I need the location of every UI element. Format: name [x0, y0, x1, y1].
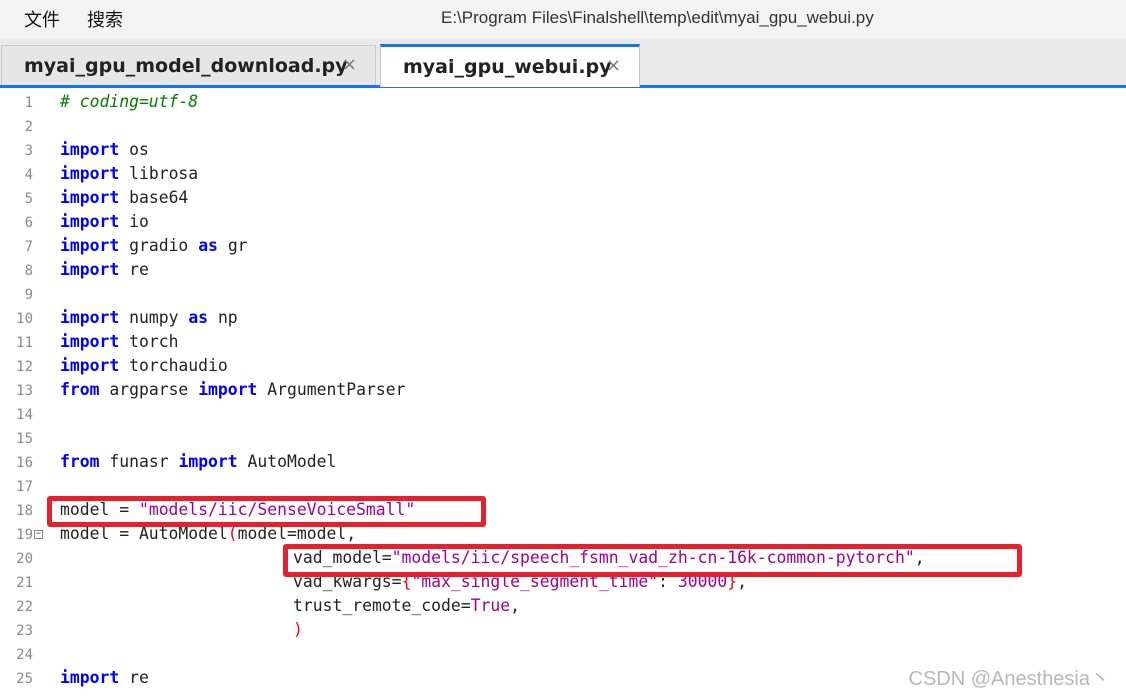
- keyword: import: [60, 164, 120, 183]
- menu-search[interactable]: 搜索: [87, 6, 123, 32]
- close-icon[interactable]: ×: [342, 54, 357, 75]
- line-number: 1: [24, 95, 33, 111]
- code-line: 4 import librosa: [0, 163, 1126, 187]
- line-number: 12: [16, 359, 33, 375]
- identifier: ArgumentParser: [267, 380, 406, 399]
- line-number: 7: [24, 239, 33, 255]
- keyword: import: [178, 452, 238, 471]
- line-number: 13: [16, 383, 33, 399]
- tab-bar: myai_gpu_model_download.py × myai_gpu_we…: [0, 38, 1126, 88]
- code-line: 16 from funasr import AutoModel: [0, 451, 1126, 475]
- code-line: 2: [0, 115, 1126, 139]
- line-number: 23: [16, 623, 33, 639]
- keyword: import: [60, 356, 120, 375]
- code-line: 3 import os: [0, 139, 1126, 163]
- menu-file[interactable]: 文件: [24, 6, 60, 32]
- keyword: import: [60, 332, 120, 351]
- file-path: E:\Program Files\Finalshell\temp\edit\my…: [441, 8, 874, 27]
- argument: trust_remote_code=: [293, 596, 471, 615]
- keyword: import: [60, 188, 120, 207]
- code-line: 22 trust_remote_code=True,: [0, 595, 1126, 619]
- identifier: gradio: [129, 236, 189, 255]
- line-number: 2: [24, 119, 33, 135]
- code-line: 8 import re: [0, 259, 1126, 283]
- constant: True: [470, 596, 511, 615]
- identifier: gr: [227, 236, 248, 255]
- line-number: 24: [16, 647, 33, 663]
- code-line: 23 ): [0, 619, 1126, 643]
- title-bar: 文件 搜索 E:\Program Files\Finalshell\temp\e…: [0, 0, 1126, 38]
- line-number: 4: [24, 167, 33, 183]
- line-number: 5: [24, 191, 33, 207]
- line-number: 10: [16, 311, 33, 327]
- code-line: 12 import torchaudio: [0, 355, 1126, 379]
- identifier: os: [129, 140, 149, 159]
- tab-label: myai_gpu_webui.py: [403, 56, 612, 78]
- line-number: 16: [16, 455, 33, 471]
- tab-webui[interactable]: myai_gpu_webui.py ×: [380, 44, 640, 87]
- fold-toggle-icon[interactable]: −: [34, 530, 43, 539]
- line-number: 8: [24, 263, 33, 279]
- tab-label: myai_gpu_model_download.py: [24, 54, 348, 77]
- line-number: 20: [16, 551, 33, 567]
- identifier: numpy: [129, 308, 179, 327]
- identifier: np: [217, 308, 238, 327]
- keyword: from: [60, 380, 100, 399]
- identifier: re: [129, 260, 149, 279]
- identifier: re: [129, 668, 149, 687]
- line-number: 14: [16, 407, 33, 423]
- line-number: 9: [24, 287, 33, 303]
- identifier: funasr: [109, 452, 169, 471]
- code-line: 1 # coding=utf-8: [0, 91, 1126, 115]
- identifier: argparse: [109, 380, 189, 399]
- line-number: 11: [16, 335, 33, 351]
- code-line: 6 import io: [0, 211, 1126, 235]
- line-number: 19: [16, 527, 33, 543]
- paren: ): [293, 620, 303, 639]
- identifier: base64: [129, 188, 189, 207]
- identifier: torch: [129, 332, 179, 351]
- highlight-box-vad-model: [283, 544, 1022, 577]
- keyword: import: [60, 140, 120, 159]
- keyword: import: [60, 308, 120, 327]
- identifier: librosa: [129, 164, 199, 183]
- identifier: torchaudio: [129, 356, 228, 375]
- tab-model-download[interactable]: myai_gpu_model_download.py ×: [1, 45, 376, 85]
- comment: # coding=utf-8: [60, 92, 199, 111]
- keyword: import: [198, 380, 258, 399]
- code-line: 15: [0, 427, 1126, 451]
- code-line: 14: [0, 403, 1126, 427]
- punctuation: ,: [510, 596, 520, 615]
- keyword: import: [60, 212, 120, 231]
- keyword: import: [60, 236, 120, 255]
- code-editor[interactable]: 1 # coding=utf-8 2 3 import os 4 import …: [0, 88, 1126, 697]
- close-icon[interactable]: ×: [606, 55, 621, 76]
- code-line: 9: [0, 283, 1126, 307]
- identifier: AutoModel: [247, 452, 337, 471]
- highlight-box-model: [47, 496, 486, 527]
- line-number: 22: [16, 599, 33, 615]
- code-line: 7 import gradio as gr: [0, 235, 1126, 259]
- identifier: io: [129, 212, 149, 231]
- line-number: 25: [16, 671, 33, 687]
- watermark: CSDN @Anesthesia丶: [908, 668, 1110, 690]
- line-number: 15: [16, 431, 33, 447]
- line-number: 21: [16, 575, 33, 591]
- keyword: import: [60, 668, 120, 687]
- keyword: as: [198, 236, 218, 255]
- keyword: from: [60, 452, 100, 471]
- code-line: 13 from argparse import ArgumentParser: [0, 379, 1126, 403]
- code-line: 11 import torch: [0, 331, 1126, 355]
- code-line: 5 import base64: [0, 187, 1126, 211]
- line-number: 3: [24, 143, 33, 159]
- line-number: 18: [16, 503, 33, 519]
- keyword: import: [60, 260, 120, 279]
- line-number: 6: [24, 215, 33, 231]
- code-line: 10 import numpy as np: [0, 307, 1126, 331]
- line-number: 17: [16, 479, 33, 495]
- keyword: as: [188, 308, 209, 327]
